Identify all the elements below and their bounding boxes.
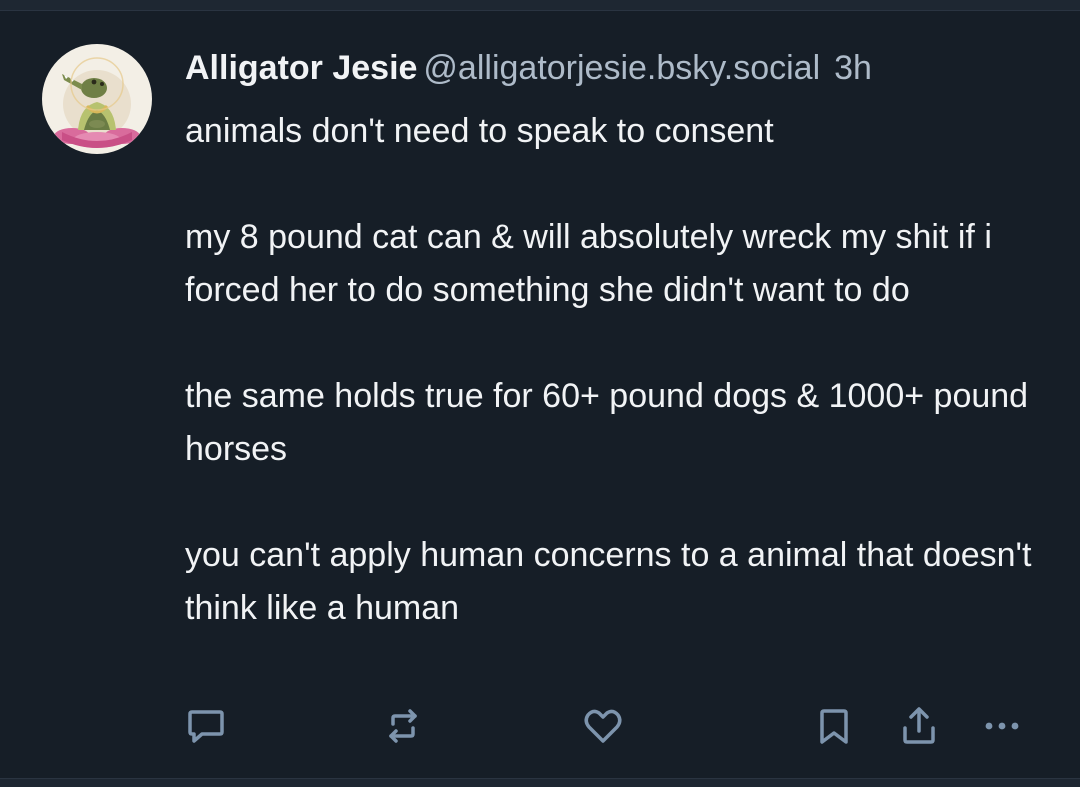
alligator-avatar-icon — [42, 44, 152, 154]
post-paragraph: the same holds true for 60+ pound dogs &… — [185, 377, 1029, 468]
like-button[interactable] — [577, 700, 629, 752]
author-handle[interactable]: @alligatorjesie.bsky.social — [423, 49, 820, 87]
bottom-divider — [0, 778, 1080, 787]
avatar[interactable] — [42, 44, 152, 154]
heart-outline-icon — [584, 709, 622, 743]
more-options-button[interactable] — [976, 700, 1028, 752]
repost-button[interactable] — [377, 700, 429, 752]
post-header: Alligator Jesie @alligatorjesie.bsky.soci… — [185, 48, 872, 88]
share-upload-icon — [903, 707, 935, 744]
post-paragraph: animals don't need to speak to consent — [185, 112, 774, 150]
post-paragraph: you can't apply human concerns to a anim… — [185, 536, 1032, 627]
post-body: animals don't need to speak to consent m… — [185, 105, 1045, 635]
speech-bubble-icon — [188, 710, 224, 743]
author-display-name[interactable]: Alligator Jesie — [185, 49, 417, 87]
reply-button[interactable] — [180, 700, 232, 752]
post-timestamp[interactable]: 3h — [834, 49, 872, 87]
share-button[interactable] — [893, 700, 945, 752]
bookmark-icon — [820, 709, 848, 744]
bookmark-button[interactable] — [808, 700, 860, 752]
post-actions — [0, 700, 1080, 752]
ellipsis-icon — [985, 722, 1019, 730]
repost-arrows-icon — [389, 709, 417, 743]
post-paragraph: my 8 pound cat can & will absolutely wre… — [185, 218, 992, 309]
top-divider — [0, 0, 1080, 11]
